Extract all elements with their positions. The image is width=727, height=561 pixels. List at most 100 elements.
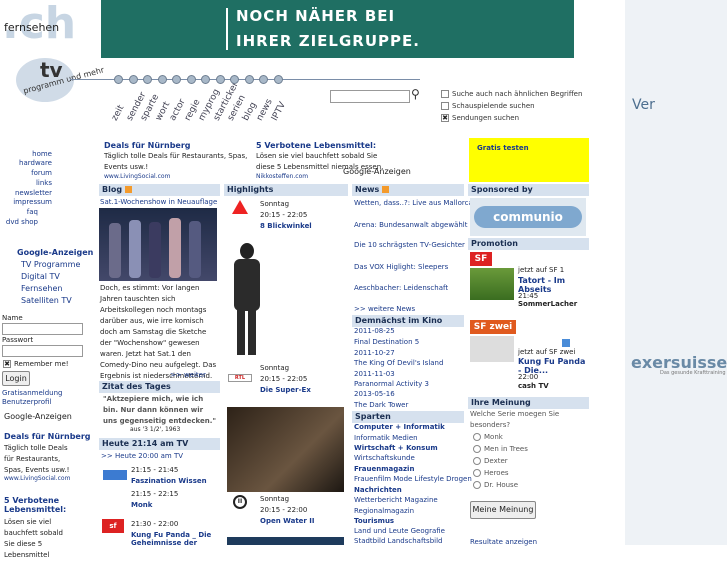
sparte-3-sub[interactable]: Frauenfilm Mode Lifestyle Drogen: [354, 475, 472, 483]
sparte-3-title[interactable]: Frauenmagazin: [354, 465, 414, 473]
blog-text: Doch, es stimmt: Vor langen Jahren tausc…: [100, 284, 217, 380]
highlight-1-title[interactable]: 8 Blickwinkel: [260, 222, 312, 230]
blog-title[interactable]: Sat.1-Wochenshow in Neuauflage: [100, 198, 217, 206]
google-link-satelliten-tv[interactable]: Satelliten TV: [21, 296, 72, 305]
left-ad-1-body: Täglich tolle Deals für Restaurants, Spa…: [4, 444, 70, 474]
news-item-1[interactable]: Wetten, dass..?: Live aus Mallorca: [354, 199, 473, 207]
nav-dot-blog[interactable]: [244, 75, 254, 84]
poll-submit-button[interactable]: Meine Meinung: [470, 501, 536, 519]
sparte-6-sub[interactable]: Land und Leute Geografie: [354, 527, 445, 535]
quote-source: aus '3 1/2', 1963: [130, 426, 181, 433]
left-ad-1-title[interactable]: Deals für Nürnberg: [4, 432, 91, 441]
blog-image[interactable]: [99, 208, 217, 281]
remember-checkbox[interactable]: ✖: [3, 360, 11, 368]
actors-checkbox[interactable]: [441, 102, 449, 110]
promotion-1-image[interactable]: [470, 268, 514, 300]
nav-dvd-shop[interactable]: dvd shop: [0, 218, 38, 226]
poll-option-4-radio[interactable]: [473, 469, 481, 477]
top-ad-2-title[interactable]: 5 Verbotene Lebensmittel:: [256, 141, 376, 150]
left-ad-1-url[interactable]: www.LivingSocial.com: [4, 475, 70, 482]
search-icon[interactable]: ⚲: [411, 87, 420, 101]
left-ad-2-title[interactable]: 5 Verbotene Lebensmittel:: [4, 496, 74, 514]
news-item-3[interactable]: Die 10 schrägsten TV-Gesichter: [354, 241, 465, 249]
today-2000-link[interactable]: >> Heute 20:00 am TV: [101, 452, 183, 460]
nav-dot-serien[interactable]: [230, 75, 239, 84]
highlight-2-image[interactable]: [227, 407, 344, 492]
top-ad-1-url[interactable]: www.LivingSocial.com: [104, 173, 170, 180]
highlight-3-image[interactable]: [227, 537, 344, 545]
actors-label: Schauspielende suchen: [452, 102, 535, 110]
profile-link[interactable]: Benutzerprofil: [2, 398, 51, 406]
sparte-4-sub[interactable]: Wetterbericht Magazine: [354, 496, 438, 504]
cinema-2-title[interactable]: The King Of Devil's Island: [354, 359, 443, 367]
today-1-title[interactable]: Faszination Wissen: [131, 477, 207, 485]
google-link-tv-programme[interactable]: TV Programme: [21, 260, 80, 269]
nav-dot-starticker[interactable]: [215, 75, 225, 84]
promotion-2-image[interactable]: [470, 336, 514, 362]
exersuisse-tagline: Das gesunde Krafttraining: [660, 370, 726, 376]
top-ad-2-url[interactable]: Nikkosteffen.com: [256, 173, 308, 180]
poll-option-2-radio[interactable]: [473, 445, 481, 453]
nav-dot-iptv[interactable]: [273, 75, 283, 84]
nav-link-zeit[interactable]: zeit: [110, 104, 126, 123]
search-input[interactable]: [330, 90, 410, 103]
cinema-3-title[interactable]: Paranormal Activity 3: [354, 380, 429, 388]
news-item-2[interactable]: Arena: Bundesanwalt abgewählt: [354, 221, 467, 229]
nav-newsletter[interactable]: newsletter: [4, 189, 52, 197]
password-label: Passwort: [2, 336, 34, 344]
highlight-3-title[interactable]: Open Water II: [260, 517, 315, 525]
cinema-4-title[interactable]: The Dark Tower: [354, 401, 408, 409]
sfzwei-logo-icon: SF zwei: [470, 320, 516, 334]
shows-label: Sendungen suchen: [452, 114, 520, 122]
rss-icon[interactable]: [125, 186, 133, 193]
sparte-5-title[interactable]: Regionalmagazin: [354, 507, 414, 515]
name-field[interactable]: [2, 323, 83, 335]
password-field[interactable]: [2, 345, 83, 357]
sparte-2-sub[interactable]: Wirtschaftskunde: [354, 454, 415, 462]
nav-dot-news[interactable]: [259, 75, 268, 84]
nav-impressum[interactable]: impressum: [4, 198, 52, 206]
top-ad-1-title[interactable]: Deals für Nürnberg: [104, 141, 191, 150]
nav-dot-myprog[interactable]: [201, 75, 210, 84]
news-item-4[interactable]: Das VOX Higlight: Sleepers: [354, 263, 448, 271]
sparte-2-title[interactable]: Wirtschaft + Konsum: [354, 444, 438, 452]
news-more-link[interactable]: >> weitere News: [354, 305, 415, 313]
sparte-6-title[interactable]: Tourismus: [354, 517, 394, 525]
today-2-title[interactable]: Monk: [131, 501, 152, 509]
poll-option-3-radio[interactable]: [473, 457, 481, 465]
nav-hardware[interactable]: hardware: [4, 159, 52, 167]
sparte-1-title[interactable]: Computer + Informatik: [354, 423, 445, 431]
news-item-5[interactable]: Aeschbacher: Leidenschaft: [354, 284, 448, 292]
nav-dot-zeit[interactable]: [114, 75, 123, 84]
nav-links[interactable]: links: [4, 179, 52, 187]
login-button[interactable]: Login: [2, 371, 30, 386]
google-link-digital-tv[interactable]: Digital TV: [21, 272, 60, 281]
communio-logo[interactable]: communio: [470, 198, 586, 236]
gratis-link[interactable]: Gratis testen: [477, 144, 529, 152]
banner-line2: IHRER ZIELGRUPPE.: [236, 32, 420, 50]
nav-dot-actor[interactable]: [172, 75, 181, 84]
nav-dot-wort[interactable]: [157, 75, 167, 84]
highlight-1-image[interactable]: [228, 243, 268, 355]
nav-dot-sender[interactable]: [128, 75, 138, 84]
register-link[interactable]: Gratisanmeldung: [2, 389, 62, 397]
nav-faq[interactable]: faq: [0, 208, 38, 216]
nav-dot-regie[interactable]: [186, 75, 196, 84]
sparte-1-sub[interactable]: Informatik Medien: [354, 434, 418, 442]
rss-icon[interactable]: [382, 186, 390, 193]
highlight-2-title[interactable]: Die Super-Ex: [260, 386, 311, 394]
nav-home[interactable]: home: [4, 150, 52, 158]
sparte-4-title[interactable]: Nachrichten: [354, 486, 402, 494]
poll-option-1-radio[interactable]: [473, 433, 481, 441]
google-link-fernsehen[interactable]: Fernsehen: [21, 284, 62, 293]
blog-more-link[interactable]: >> weiter: [170, 371, 206, 379]
poll-option-5-radio[interactable]: [473, 481, 481, 489]
cinema-1-title[interactable]: Final Destination 5: [354, 338, 419, 346]
highlight-3-time: 20:15 - 22:00: [260, 506, 308, 514]
today-3-time: 21:30 - 22:00: [131, 520, 179, 528]
shows-checkbox[interactable]: ✖: [441, 114, 449, 122]
nav-dot-sparte[interactable]: [143, 75, 152, 84]
nav-forum[interactable]: forum: [4, 169, 52, 177]
sparte-7-sub[interactable]: Stadtbild Landschaftsbild: [354, 537, 442, 545]
similar-terms-checkbox[interactable]: [441, 90, 449, 98]
